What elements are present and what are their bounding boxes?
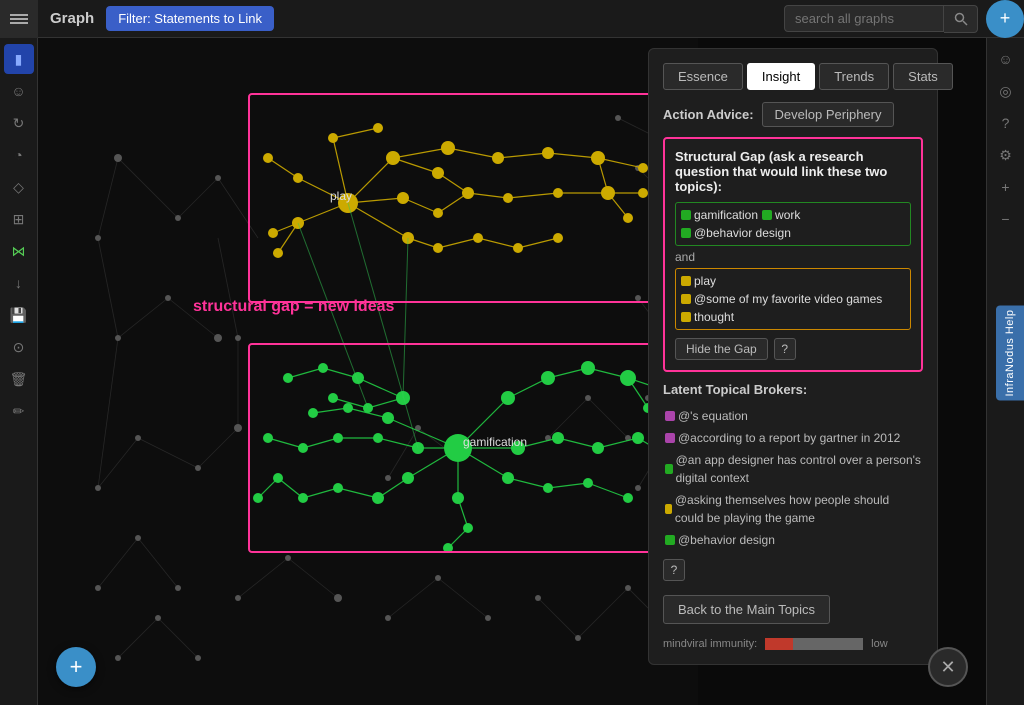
ltb-help-button[interactable]: ? [663,559,685,581]
sidebar-icon-trash[interactable]: 🗑 [4,364,34,394]
tag-dot-play [681,276,691,286]
infranodus-help-tab[interactable]: InfraNodus Help [996,305,1024,400]
sidebar-icon-edit[interactable]: ✏ [4,396,34,426]
sg-help-button[interactable]: ? [774,338,796,360]
profile-button[interactable]: + [986,0,1024,38]
ltb-tag5: @behavior design [665,531,775,549]
menu-button[interactable] [0,0,38,38]
immunity-bar-red [765,638,793,650]
tag-dot-work [762,210,772,220]
sidebar-right-face[interactable]: ☺ [991,44,1021,74]
graph-area: play gamification structural gap = new i… [38,38,986,705]
tab-essence[interactable]: Essence [663,63,743,90]
sidebar-icon-user[interactable]: ⊙ [4,332,34,362]
hide-gap-button[interactable]: Hide the Gap [675,338,768,360]
tag-dot-behavior-design [681,228,691,238]
sidebar-right-help[interactable]: ? [991,108,1021,138]
tag-gamification: gamification [681,208,758,222]
close-button[interactable]: ✕ [928,647,968,687]
sidebar-right-gear[interactable]: ⚙ [991,140,1021,170]
back-btn-container: Back to the Main Topics [663,595,923,638]
ltb-dot2 [665,433,675,443]
tab-insight[interactable]: Insight [747,63,815,90]
tag-play: play [681,274,716,288]
left-sidebar: ▮ ☺ ↻ ◔ ◇ ⊞ ⋈ ↓ 💾 ⊙ 🗑 ✏ [0,38,38,705]
graph-canvas: play gamification structural gap = new i… [38,38,698,705]
and-text: and [675,250,911,264]
tab-row: Essence Insight Trends Stats [663,63,923,90]
immunity-bar-gray [793,638,863,650]
tab-stats[interactable]: Stats [893,63,953,90]
ltb-dot1 [665,411,675,421]
tab-trends[interactable]: Trends [819,63,889,90]
ltb-tag4: @asking themselves how people should cou… [665,491,921,527]
search-area: + [784,0,1024,38]
sidebar-right-target[interactable]: ◎ [991,76,1021,106]
develop-periphery-button[interactable]: Develop Periphery [762,102,895,127]
sidebar-icon-clock[interactable]: ◔ [4,140,34,170]
sidebar-icon-face[interactable]: ☺ [4,76,34,106]
ltb-tag1: @'s equation [665,407,748,425]
tag-thought: thought [681,310,734,324]
svg-text:play: play [330,189,352,203]
svg-text:gamification: gamification [463,435,527,449]
add-button[interactable]: + [56,647,96,687]
immunity-bar [765,638,863,650]
cluster1-tags: gamification work @behavior design [675,202,911,246]
sidebar-right-minus[interactable]: − [991,204,1021,234]
tag-dot-gamification [681,210,691,220]
ltb-tag2: @according to a report by gartner in 201… [665,429,900,447]
tag-dot-thought [681,312,691,322]
sidebar-icon-refresh[interactable]: ↻ [4,108,34,138]
tag-dot-video-games [681,294,691,304]
ltb-tag3: @an app designer has control over a pers… [665,451,921,487]
sidebar-icon-indicator[interactable]: ▮ [4,44,34,74]
back-to-main-topics-button[interactable]: Back to the Main Topics [663,595,830,624]
immunity-label: mindviral immunity: [663,638,757,650]
sidebar-icon-download[interactable]: ↓ [4,268,34,298]
sg-title-text: Structural Gap [675,149,765,164]
structural-gap-title: Structural Gap (ask a research question … [675,149,911,194]
immunity-row: mindviral immunity: low [663,638,923,650]
tag-behavior-design: @behavior design [681,226,791,240]
sidebar-icon-grid[interactable]: ⊞ [4,204,34,234]
topbar: Graph Filter: Statements to Link + [0,0,1024,38]
ltb-dot4 [665,504,672,514]
search-input[interactable] [784,5,944,32]
action-advice-label: Action Advice: [663,107,754,122]
ltb-dot3 [665,464,673,474]
tag-video-games: @some of my favorite video games [681,292,882,306]
ltb-title: Latent Topical Brokers: [663,382,923,397]
immunity-sub-label: low [871,638,888,650]
cluster2-tags: play @some of my favorite video games th… [675,268,911,330]
action-advice-row: Action Advice: Develop Periphery [663,102,923,127]
right-panel: Essence Insight Trends Stats Action Advi… [648,48,938,665]
search-button[interactable] [944,5,978,33]
filter-button[interactable]: Filter: Statements to Link [106,6,274,31]
hide-gap-row: Hide the Gap ? [675,338,911,360]
sidebar-icon-share[interactable]: ⋈ [4,236,34,266]
sidebar-right-plus[interactable]: + [991,172,1021,202]
structural-gap-panel: Structural Gap (ask a research question … [663,137,923,372]
tag-work: work [762,208,800,222]
graph-title: Graph [38,10,106,27]
sidebar-icon-save[interactable]: 💾 [4,300,34,330]
ltb-text: @'s equation @according to a report by g… [663,405,923,551]
latent-brokers-section: Latent Topical Brokers: @'s equation @ac… [663,382,923,581]
ltb-dot5 [665,535,675,545]
sidebar-icon-diamond[interactable]: ◇ [4,172,34,202]
